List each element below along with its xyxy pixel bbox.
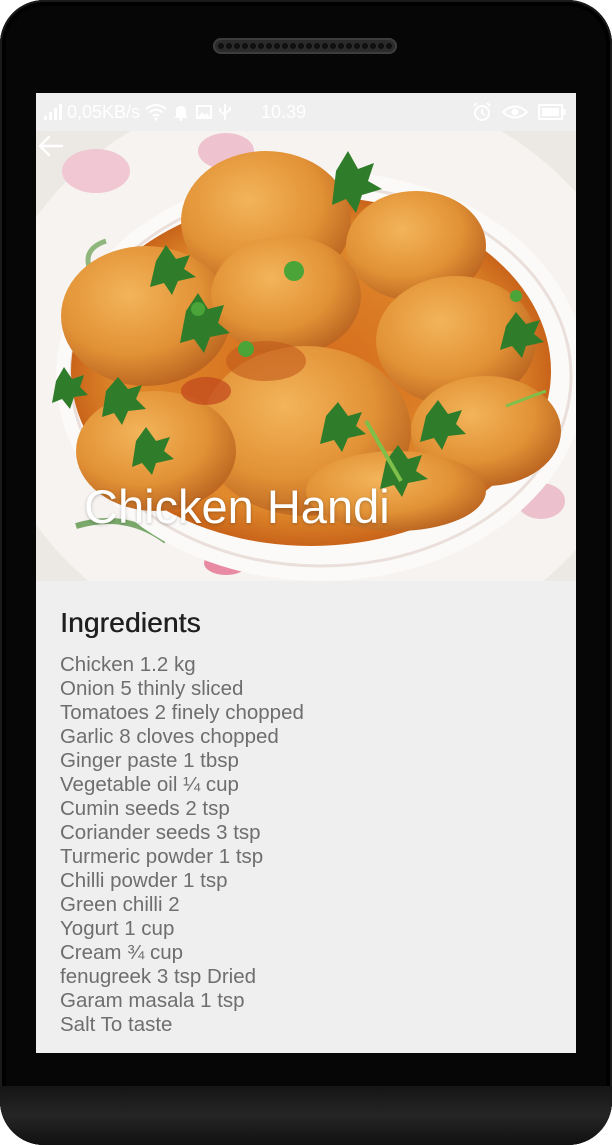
ingredient-item: Garam masala 1 tsp [60,989,245,1012]
status-time: 10.39 [261,101,307,122]
ingredient-item: Onion 5 thinly sliced [60,677,244,700]
bell-icon [174,106,189,121]
ingredient-item: fenugreek 3 tsp Dried [60,965,257,988]
image-icon [196,105,213,119]
back-arrow-icon[interactable] [36,131,66,161]
ingredient-item: Turmeric powder 1 tsp [60,845,264,868]
eye-icon [502,105,528,119]
ingredient-item: Chicken 1.2 kg [60,653,196,676]
ingredient-item: Green chilli 2 [60,893,180,916]
signal-icon [44,104,62,120]
phone-frame: 0,05KB/s 10.39 Chicken Handi Ingredients… [0,0,612,1145]
ingredient-item: Coriander seeds 3 tsp [60,821,261,844]
battery-icon [538,104,566,120]
alarm-icon [473,102,491,121]
ingredients-list: Chicken 1.2 kg Onion 5 thinly sliced Tom… [60,653,560,1037]
speaker-grille [213,38,397,54]
ingredients-heading: Ingredients [60,607,201,638]
ingredient-item: Chilli powder 1 tsp [60,869,228,892]
ingredient-item: Garlic 8 cloves chopped [60,725,279,748]
status-bar: 0,05KB/s 10.39 [36,93,576,131]
wifi-icon [145,104,167,121]
usb-icon [219,104,231,120]
network-speed: 0,05KB/s [67,101,141,122]
recipe-title: Chicken Handi [84,480,390,533]
ingredient-item: Salt To taste [60,1013,173,1036]
ingredient-item: Ginger paste 1 tbsp [60,749,239,772]
app-screen: 0,05KB/s 10.39 Chicken Handi Ingredients… [36,93,576,1053]
ingredient-item: Yogurt 1 cup [60,917,175,940]
ingredient-item: Cream ¾ cup [60,941,184,964]
recipe-hero-image: Chicken Handi [36,131,576,581]
ingredient-item: Tomatoes 2 finely chopped [60,701,304,724]
ingredient-item: Cumin seeds 2 tsp [60,797,230,820]
ingredients-section: Ingredients Chicken 1.2 kg Onion 5 thinl… [60,607,560,1037]
phone-bottom-bezel [0,1086,612,1145]
ingredient-item: Vegetable oil ¼ cup [60,773,239,796]
